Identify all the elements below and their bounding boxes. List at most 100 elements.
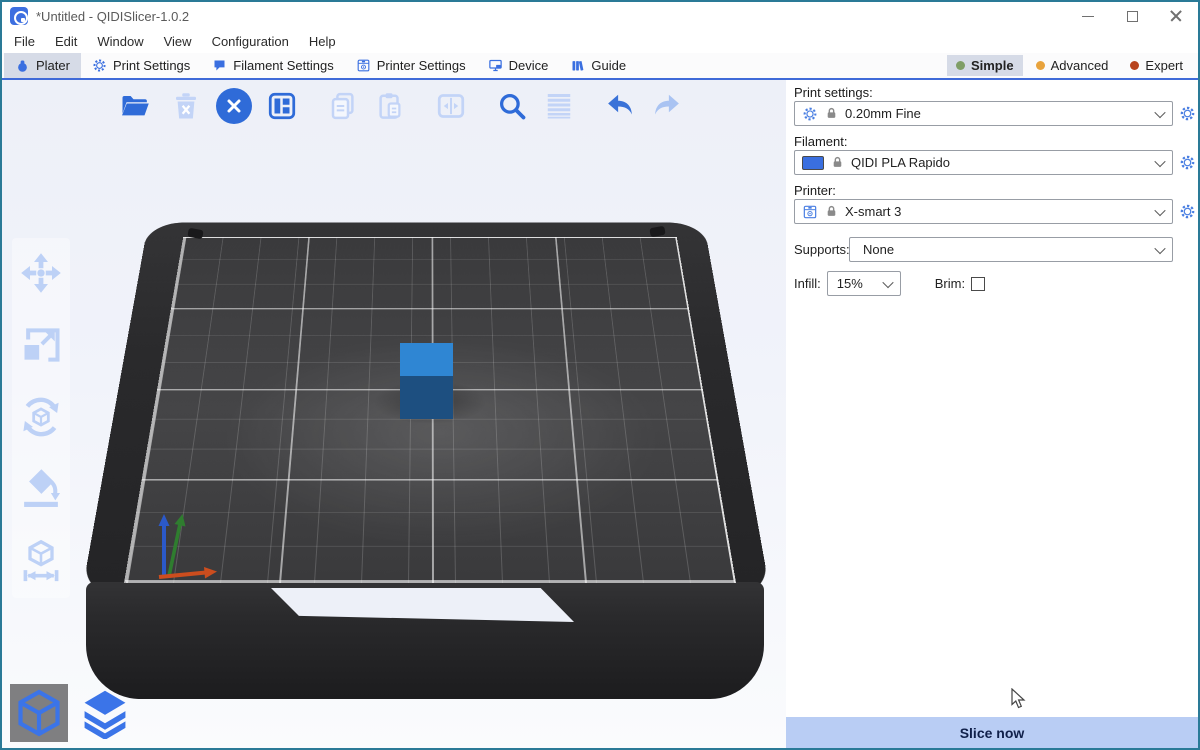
open-project-button[interactable] [118, 89, 152, 123]
editor-view-button[interactable] [10, 684, 68, 742]
undo-arrow-icon [605, 91, 635, 121]
move-button[interactable] [18, 250, 64, 296]
menu-help[interactable]: Help [299, 32, 346, 51]
lock-icon [831, 156, 844, 169]
split-arrows-icon [436, 91, 466, 121]
chevron-down-icon [1154, 106, 1165, 117]
print-preset-value: 0.20mm Fine [845, 106, 921, 121]
cube-view-icon [13, 687, 65, 739]
chevron-down-icon [1154, 242, 1165, 253]
search-button[interactable] [495, 89, 529, 123]
printer-icon [356, 58, 371, 73]
settings-panel: Print settings: 0.20mm Fine Filament: QI… [786, 80, 1198, 748]
close-button[interactable] [1154, 2, 1198, 30]
tab-label: Printer Settings [377, 58, 466, 73]
print-settings-gear-button[interactable] [1179, 105, 1196, 122]
mode-advanced[interactable]: Advanced [1027, 55, 1118, 76]
preview-view-button[interactable] [76, 684, 134, 742]
close-icon [1170, 10, 1182, 22]
redo-button[interactable] [650, 89, 684, 123]
minimize-button[interactable] [1066, 2, 1110, 30]
print-settings-gear-icon [92, 58, 107, 73]
tab-label: Device [509, 58, 549, 73]
arrange-button[interactable] [265, 89, 299, 123]
copy-button[interactable] [326, 89, 360, 123]
tab-device[interactable]: Device [477, 53, 560, 78]
rotate-button[interactable] [18, 394, 64, 440]
maximize-icon [1127, 11, 1138, 22]
delete-button[interactable] [169, 89, 203, 123]
tab-plater[interactable]: Plater [4, 53, 81, 78]
arrange-grid-icon [267, 91, 297, 121]
measure-icon [19, 539, 63, 583]
app-window: *Untitled - QIDISlicer-1.0.2 File Edit W… [0, 0, 1200, 750]
menu-view[interactable]: View [154, 32, 202, 51]
maximize-button[interactable] [1110, 2, 1154, 30]
supports-value: None [863, 242, 894, 257]
split-button[interactable] [434, 89, 468, 123]
printer-label: Printer: [794, 183, 1198, 197]
brim-checkbox[interactable] [971, 277, 985, 291]
plater-icon [15, 58, 30, 73]
plater-toolbar [118, 88, 684, 124]
viewport-3d[interactable] [2, 80, 786, 748]
chevron-down-icon [882, 276, 893, 287]
place-on-face-button[interactable] [18, 466, 64, 512]
copy-icon [328, 91, 358, 121]
delete-all-button[interactable] [216, 88, 252, 124]
model-cube-front[interactable] [400, 376, 453, 419]
filament-preset-combo[interactable]: QIDI PLA Rapido [794, 150, 1173, 175]
move-arrows-icon [19, 251, 63, 295]
menu-edit[interactable]: Edit [45, 32, 87, 51]
paste-button[interactable] [373, 89, 407, 123]
tab-printer-settings[interactable]: Printer Settings [345, 53, 477, 78]
redo-arrow-icon [652, 91, 682, 121]
menu-window[interactable]: Window [87, 32, 153, 51]
chevron-down-icon [1154, 204, 1165, 215]
layers-view-icon [79, 687, 131, 739]
menu-file[interactable]: File [4, 32, 45, 51]
scale-button[interactable] [18, 322, 64, 368]
print-preset-combo[interactable]: 0.20mm Fine [794, 101, 1173, 126]
printer-preset-combo[interactable]: X-smart 3 [794, 199, 1173, 224]
infill-combo[interactable]: 15% [827, 271, 901, 296]
print-settings-label: Print settings: [794, 85, 1198, 99]
undo-button[interactable] [603, 89, 637, 123]
paste-clipboard-icon [375, 91, 405, 121]
tab-print-settings[interactable]: Print Settings [81, 53, 201, 78]
tab-bar: Plater Print Settings Filament Settings … [2, 53, 1198, 80]
supports-label: Supports: [794, 242, 849, 257]
filament-label: Filament: [794, 134, 1198, 148]
device-monitor-icon [488, 58, 503, 73]
mode-simple[interactable]: Simple [947, 55, 1023, 76]
origin-axes-icon [142, 508, 227, 583]
slice-now-button[interactable]: Slice now [786, 717, 1198, 748]
menu-configuration[interactable]: Configuration [202, 32, 299, 51]
tab-guide[interactable]: Guide [559, 53, 637, 78]
tab-label: Guide [591, 58, 626, 73]
gizmo-toolbar [12, 238, 70, 598]
window-title: *Untitled - QIDISlicer-1.0.2 [36, 9, 189, 24]
delete-all-x-icon [224, 96, 244, 116]
lock-icon [825, 107, 838, 120]
place-on-face-icon [19, 467, 63, 511]
model-cube-top[interactable] [400, 343, 453, 376]
printer-settings-gear-button[interactable] [1179, 203, 1196, 220]
tab-label: Filament Settings [233, 58, 333, 73]
filament-icon [212, 58, 227, 73]
filament-color-swatch [802, 156, 824, 170]
minimize-icon [1082, 16, 1094, 17]
mode-expert[interactable]: Expert [1121, 55, 1192, 76]
infill-label: Infill: [794, 276, 821, 291]
app-logo-icon [10, 7, 28, 25]
lock-icon [825, 205, 838, 218]
gear-icon [802, 106, 818, 122]
brim-label: Brim: [935, 276, 965, 291]
mode-label: Simple [971, 58, 1014, 73]
tab-filament-settings[interactable]: Filament Settings [201, 53, 344, 78]
variable-layer-height-button[interactable] [542, 89, 576, 123]
supports-combo[interactable]: None [849, 237, 1173, 262]
measure-button[interactable] [18, 538, 64, 584]
filament-preset-value: QIDI PLA Rapido [851, 155, 950, 170]
filament-settings-gear-button[interactable] [1179, 154, 1196, 171]
